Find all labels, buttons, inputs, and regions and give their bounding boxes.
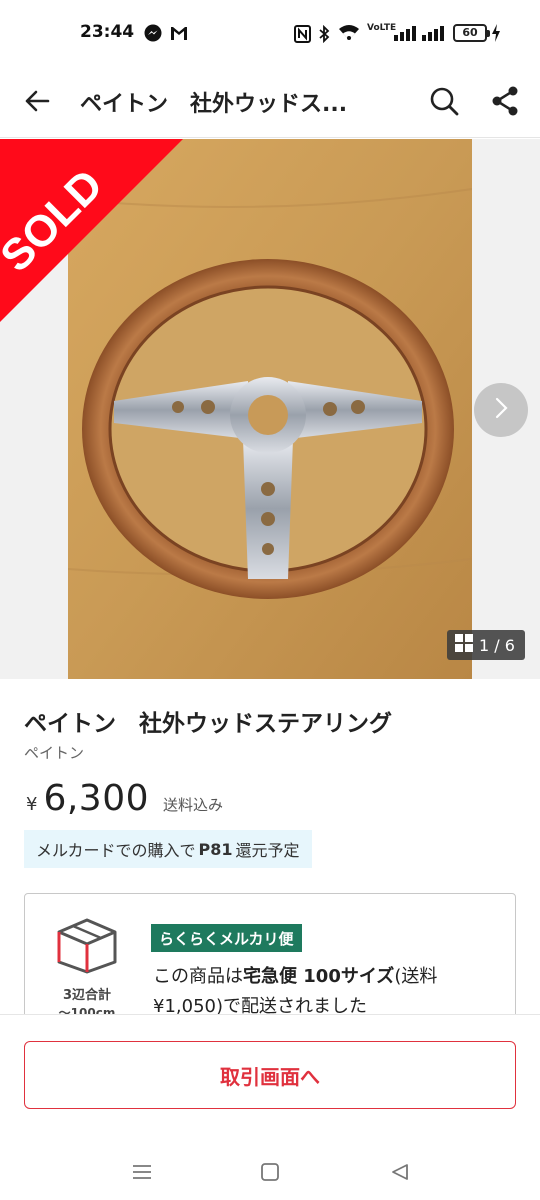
back-button[interactable] [14, 78, 60, 128]
shipping-method-badge: らくらくメルカリ便 [151, 924, 302, 952]
system-back-button[interactable] [380, 1154, 420, 1194]
shipping-description: この商品は宅急便 100サイズ(送料¥1,050)で配送されました [153, 962, 493, 1022]
price-value: 6,300 [43, 778, 150, 819]
signal-2-icon [421, 25, 445, 45]
shipping-text-1: この商品は [153, 966, 243, 987]
photo-counter-text: 1 / 6 [479, 635, 515, 655]
box-size-label: 3辺合計 [62, 988, 112, 1003]
product-name: ペイトン 社外ウッドステアリング [24, 711, 392, 737]
shipping-method-bold: 宅急便 100サイズ [243, 966, 395, 987]
points-value: P81 [198, 839, 233, 859]
gmail-icon [170, 25, 188, 45]
next-photo-button[interactable] [474, 383, 528, 437]
sold-ribbon-shape: SOLD [0, 139, 183, 322]
back-arrow-icon [23, 87, 51, 119]
menu-icon [131, 1163, 153, 1185]
trade-screen-button[interactable]: 取引画面へ [24, 1041, 516, 1109]
points-text-after: 還元予定 [235, 841, 300, 860]
signal-1-icon [393, 25, 417, 45]
bottom-action-panel: 取引画面へ [0, 1014, 540, 1144]
charging-icon [491, 24, 501, 46]
search-icon [429, 86, 459, 120]
box-icon [53, 916, 121, 974]
points-banner: メルカードでの購入で P81 還元予定 [24, 830, 312, 868]
nfc-icon [294, 25, 311, 47]
status-bar: 23:44 VoLTE 60 [0, 0, 540, 68]
app-bar: ペイトン 社外ウッドス... [0, 68, 540, 138]
sold-ribbon: SOLD [0, 139, 200, 339]
battery-icon: 60 [453, 24, 490, 42]
status-time: 23:44 [80, 22, 135, 42]
chevron-right-icon [492, 396, 510, 424]
price-row: ¥ 6,300 送料込み [26, 778, 223, 819]
search-button[interactable] [420, 78, 468, 128]
volte-label: VoLTE [367, 23, 397, 33]
page-title: ペイトン 社外ウッドス... [80, 92, 348, 117]
points-text-before: メルカードでの購入で [36, 841, 196, 860]
photo-carousel[interactable]: SOLD 1 / 6 [0, 139, 540, 679]
share-button[interactable] [482, 78, 528, 128]
back-triangle-icon [390, 1162, 410, 1186]
grid-icon [455, 634, 473, 656]
shipping-included-note: 送料込み [163, 796, 224, 814]
home-button[interactable] [250, 1154, 290, 1194]
brand-link[interactable]: ペイトン [24, 742, 84, 763]
home-square-icon [260, 1162, 280, 1186]
currency-sign: ¥ [26, 794, 38, 815]
photo-counter[interactable]: 1 / 6 [447, 630, 525, 660]
messenger-icon [144, 24, 162, 46]
wifi-icon [338, 24, 360, 46]
system-nav-bar [0, 1144, 540, 1200]
recent-apps-button[interactable] [122, 1154, 162, 1194]
bluetooth-icon [318, 24, 330, 47]
share-icon [491, 86, 519, 120]
